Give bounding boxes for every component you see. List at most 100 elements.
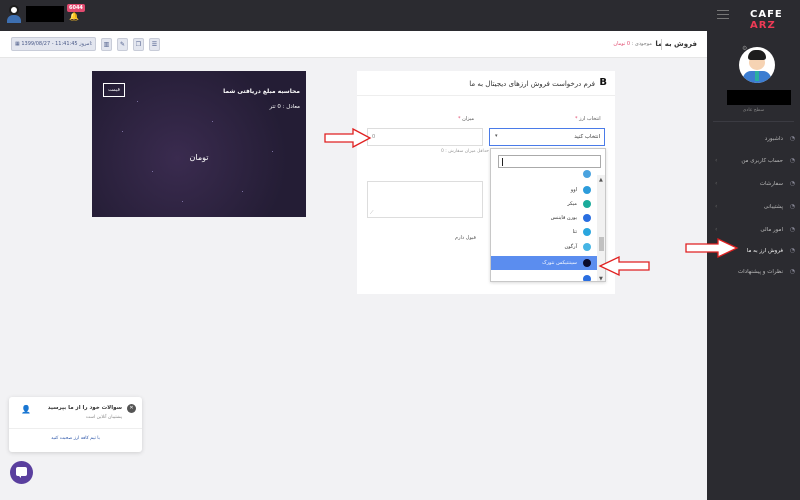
- coin-icon: [583, 259, 591, 267]
- support-icon: ◔: [789, 203, 795, 210]
- dropdown-options: اوو میکر یورن فایننس تتا آرگون سینتتیکس نتورک: [491, 170, 597, 281]
- coin-icon: [583, 275, 591, 281]
- sidebar-item-label: امور مالی: [760, 227, 783, 233]
- chevron-left-icon[interactable]: ‹: [715, 226, 717, 233]
- scroll-thumb[interactable]: [599, 237, 604, 251]
- date-button[interactable]: ▦ 1399/08/27 - 11:41:45 امروز:: [11, 37, 96, 51]
- avatar[interactable]: [739, 47, 775, 83]
- calculator-card: محاسبه مبلغ دریافتی شما معادل : 0 تتر قی…: [92, 71, 306, 217]
- list-tool-button[interactable]: ☰: [149, 38, 160, 51]
- price-button[interactable]: قیمت: [103, 83, 125, 97]
- chart-icon: ▥: [103, 41, 110, 48]
- coin-icon: [583, 186, 591, 194]
- top-bar: 6044 🔔 CAFE ARZ: [0, 0, 800, 31]
- dropdown-option[interactable]: سینتتیکس نتورک: [491, 256, 597, 270]
- chat-question: سوالات خود را از ما بپرسید: [47, 405, 122, 411]
- comment-icon: ◔: [789, 268, 795, 275]
- amount-hint: حداقل میزان سفارش : 0: [441, 149, 489, 154]
- bitcoin-b-icon: B: [599, 77, 607, 88]
- dropdown-option[interactable]: [491, 167, 597, 181]
- redacted-username: [26, 6, 64, 22]
- option-label: اوو: [570, 187, 577, 193]
- coin-icon: [583, 200, 591, 208]
- currency-label: * انتخاب ارز: [575, 116, 601, 122]
- form-header: B فرم درخواست فروش ارزهای دیجیتال به ما: [357, 71, 615, 96]
- option-label: میکر: [567, 201, 577, 207]
- annotation-arrow-menu: [685, 237, 739, 259]
- annotation-arrow-amount: [324, 127, 372, 149]
- edit-icon: ✎: [119, 41, 126, 48]
- close-icon[interactable]: ✕: [127, 404, 136, 413]
- agent-icon: 👤: [21, 405, 31, 414]
- balance: موجودی : 0 تومان: [613, 41, 652, 47]
- currency-dropdown: اوو میکر یورن فایننس تتا آرگون سینتتیکس نتورک…: [490, 148, 606, 282]
- coin-icon: [583, 170, 591, 178]
- resize-grip-icon[interactable]: ⟋: [370, 210, 374, 216]
- site-logo[interactable]: CAFE ARZ: [750, 9, 800, 31]
- dropdown-option[interactable]: اوو: [491, 183, 597, 197]
- dropdown-option[interactable]: آرگون: [491, 240, 597, 254]
- sidebar-item-label: حساب کاربری من: [741, 158, 783, 164]
- description-textarea[interactable]: ⟋: [367, 181, 483, 218]
- coin-icon: [583, 243, 591, 251]
- calendar-icon: ▦: [15, 41, 20, 47]
- sidebar-item-label: داشبورد: [764, 136, 783, 142]
- option-label: سینتتیکس نتورک: [542, 260, 577, 266]
- amount-label: * میزان: [458, 116, 475, 122]
- dropdown-option[interactable]: [491, 272, 597, 281]
- sidebar-item-label: فروش ارز به ما: [746, 248, 783, 254]
- user-icon: ◔: [789, 157, 795, 164]
- sidebar-divider: [713, 121, 794, 122]
- copy-icon: ❐: [135, 41, 142, 48]
- dropdown-option[interactable]: تتا: [491, 225, 597, 239]
- home-icon: ◔: [789, 135, 795, 142]
- chevron-down-icon: ▾: [495, 133, 498, 139]
- sidebar-item-0[interactable]: ◔ داشبورد: [713, 131, 797, 153]
- chevron-left-icon[interactable]: ‹: [715, 180, 717, 187]
- chevron-left-icon[interactable]: ‹: [715, 203, 717, 210]
- coin-icon: [583, 228, 591, 236]
- exchange-icon: ◔: [789, 247, 795, 254]
- option-label: تتا: [572, 229, 577, 235]
- sidebar: ⚙ سطح عادی ◔ داشبورد ◔ حساب کاربری من ‹ ◔ سفار…: [707, 31, 800, 500]
- equivalent-amount: معادل : 0 تتر: [269, 104, 300, 110]
- amount-input[interactable]: 0: [367, 128, 483, 146]
- header-divider: [661, 39, 662, 50]
- list-icon: ☰: [151, 41, 158, 48]
- calculator-title: محاسبه مبلغ دریافتی شما: [223, 88, 300, 95]
- bell-icon[interactable]: 🔔: [69, 13, 79, 21]
- wallet-icon: ◔: [789, 226, 795, 233]
- chevron-left-icon[interactable]: ‹: [715, 157, 717, 164]
- edit-tool-button[interactable]: ✎: [117, 38, 128, 51]
- sidebar-item-label: سفارشات: [759, 181, 783, 187]
- notification-badge: 6044: [67, 4, 85, 12]
- annotation-arrow-selection: [598, 255, 650, 277]
- user-level: سطح عادی: [742, 108, 765, 113]
- chat-launcher-button[interactable]: [10, 461, 33, 484]
- sidebar-item-2[interactable]: ◔ سفارشات ‹: [713, 176, 797, 198]
- form-title: فرم درخواست فروش ارزهای دیجیتال به ما: [469, 80, 595, 88]
- scroll-up-icon[interactable]: ▲: [599, 177, 603, 183]
- dropdown-option[interactable]: یورن فایننس: [491, 211, 597, 225]
- sidebar-item-label: نظرات و پیشنهادات: [737, 269, 783, 275]
- support-chat-card: ✕ 👤 سوالات خود را از ما بپرسید پشتیبان آ…: [9, 397, 142, 452]
- cart-icon: ◔: [789, 180, 795, 187]
- sidebar-item-1[interactable]: ◔ حساب کاربری من ‹: [713, 153, 797, 175]
- option-label: یورن فایننس: [550, 215, 577, 221]
- dropdown-option[interactable]: میکر: [491, 197, 597, 211]
- received-amount: تومان: [189, 153, 209, 162]
- chat-link[interactable]: با تیم کافه ارز صحبت کنید: [9, 436, 142, 441]
- sidebar-item-6[interactable]: ◔ نظرات و پیشنهادات: [713, 264, 797, 286]
- redacted-name: [727, 90, 791, 105]
- chat-status: پشتیبان آنلاین است: [85, 415, 122, 420]
- sidebar-item-3[interactable]: ◔ پشتیبانی ‹: [713, 199, 797, 221]
- coin-icon: [583, 214, 591, 222]
- chart-tool-button[interactable]: ▥: [101, 38, 112, 51]
- currency-select[interactable]: ▾ انتخاب کنید: [489, 128, 605, 146]
- menu-toggle-icon[interactable]: [717, 10, 729, 19]
- sidebar-item-label: پشتیبانی: [763, 204, 783, 210]
- copy-tool-button[interactable]: ❐: [133, 38, 144, 51]
- terms-checkbox-label[interactable]: قبول دارم: [455, 235, 476, 241]
- user-avatar-small[interactable]: [6, 5, 22, 23]
- option-label: آرگون: [564, 244, 577, 250]
